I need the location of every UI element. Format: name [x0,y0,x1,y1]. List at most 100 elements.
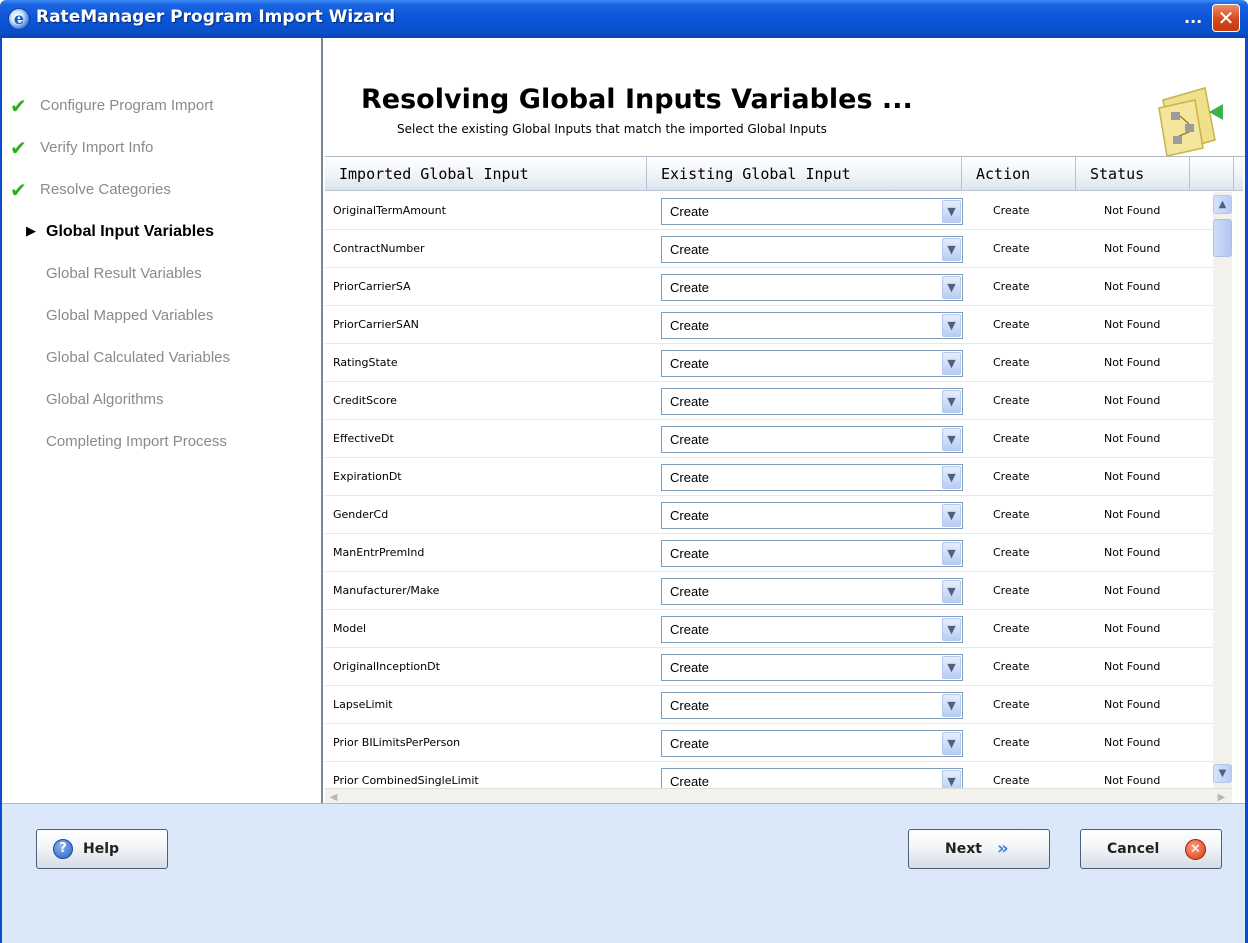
chevron-down-icon[interactable]: ▼ [942,466,961,489]
table-row[interactable]: OriginalTermAmount Create ▼ Create Not Found [325,192,1213,230]
table-row[interactable]: EffectiveDt Create ▼ Create Not Found [325,420,1213,458]
chevron-down-icon[interactable]: ▼ [942,238,961,261]
next-button[interactable]: Next » [908,829,1050,869]
imported-input-name: Prior CombinedSingleLimit [333,774,479,787]
dropdown-value: Create [670,622,710,637]
more-button[interactable]: ... [1184,8,1202,27]
table-row[interactable]: OriginalInceptionDt Create ▼ Create Not Foun… [325,648,1213,686]
cancel-button[interactable]: Cancel ✕ [1080,829,1222,869]
existing-input-dropdown[interactable]: Create ▼ [661,616,963,643]
scroll-down-icon[interactable]: ▼ [1213,764,1232,783]
dropdown-value: Create [670,318,710,333]
existing-input-dropdown[interactable]: Create ▼ [661,274,963,301]
chevron-down-icon[interactable]: ▼ [942,390,961,413]
existing-input-dropdown[interactable]: Create ▼ [661,464,963,491]
action-cell: Create [993,584,1030,597]
table-row[interactable]: ContractNumber Create ▼ Create Not Found [325,230,1213,268]
table-row[interactable]: PriorCarrierSA Create ▼ Create Not Found [325,268,1213,306]
table-row[interactable]: Model Create ▼ Create Not Found [325,610,1213,648]
status-cell: Not Found [1104,508,1161,521]
imported-input-name: OriginalInceptionDt [333,660,440,673]
action-cell: Create [993,622,1030,635]
status-cell: Not Found [1104,736,1161,749]
action-cell: Create [993,242,1030,255]
action-cell: Create [993,698,1030,711]
chevron-down-icon[interactable]: ▼ [942,504,961,527]
scroll-thumb[interactable] [1213,219,1232,257]
grid-rows: OriginalTermAmount Create ▼ Create Not Found… [325,192,1213,788]
imported-input-name: PriorCarrierSA [333,280,411,293]
existing-input-dropdown[interactable]: Create ▼ [661,502,963,529]
chevron-down-icon[interactable]: ▼ [942,770,961,788]
dropdown-value: Create [670,736,710,751]
action-cell: Create [993,546,1030,559]
status-cell: Not Found [1104,242,1161,255]
help-button[interactable]: ? Help [36,829,168,869]
chevron-down-icon[interactable]: ▼ [942,314,961,337]
table-row[interactable]: GenderCd Create ▼ Create Not Found [325,496,1213,534]
scroll-up-icon[interactable]: ▲ [1213,195,1232,214]
chevron-down-icon[interactable]: ▼ [942,618,961,641]
action-cell: Create [993,394,1030,407]
imported-input-name: RatingState [333,356,398,369]
table-row[interactable]: PriorCarrierSAN Create ▼ Create Not Found [325,306,1213,344]
imported-input-name: OriginalTermAmount [333,204,446,217]
existing-input-dropdown[interactable]: Create ▼ [661,768,963,788]
existing-input-dropdown[interactable]: Create ▼ [661,426,963,453]
column-header-action[interactable]: Action [962,157,1076,191]
dropdown-value: Create [670,698,710,713]
existing-input-dropdown[interactable]: Create ▼ [661,388,963,415]
app-icon: e [8,8,30,30]
existing-input-dropdown[interactable]: Create ▼ [661,692,963,719]
existing-input-dropdown[interactable]: Create ▼ [661,312,963,339]
imported-input-name: Manufacturer/Make [333,584,440,597]
table-row[interactable]: ExpirationDt Create ▼ Create Not Found [325,458,1213,496]
status-cell: Not Found [1104,584,1161,597]
existing-input-dropdown[interactable]: Create ▼ [661,730,963,757]
table-row[interactable]: Prior CombinedSingleLimit Create ▼ Create No… [325,762,1213,788]
sidebar-step-8: Completing Import Process [2,426,322,462]
existing-input-dropdown[interactable]: Create ▼ [661,540,963,567]
column-header-status[interactable]: Status [1076,157,1190,191]
chevron-down-icon[interactable]: ▼ [942,352,961,375]
vertical-scrollbar[interactable]: ▲ ▼ [1213,192,1232,788]
imported-input-name: ExpirationDt [333,470,402,483]
column-header-existing[interactable]: Existing Global Input [647,157,962,191]
sidebar-step-6: Global Calculated Variables [2,342,322,378]
column-header-filler [1190,157,1234,191]
dropdown-value: Create [670,774,710,788]
action-cell: Create [993,280,1030,293]
table-row[interactable]: RatingState Create ▼ Create Not Found [325,344,1213,382]
chevron-down-icon[interactable]: ▼ [942,428,961,451]
chevron-down-icon[interactable]: ▼ [942,276,961,299]
dropdown-value: Create [670,280,710,295]
sidebar-step-label: Completing Import Process [46,433,227,450]
existing-input-dropdown[interactable]: Create ▼ [661,654,963,681]
imported-input-name: ContractNumber [333,242,425,255]
chevron-down-icon[interactable]: ▼ [942,656,961,679]
close-button[interactable]: ✕ [1212,4,1240,32]
table-row[interactable]: LapseLimit Create ▼ Create Not Found [325,686,1213,724]
status-cell: Not Found [1104,432,1161,445]
chevron-down-icon[interactable]: ▼ [942,694,961,717]
existing-input-dropdown[interactable]: Create ▼ [661,198,963,225]
action-cell: Create [993,774,1030,787]
chevron-down-icon[interactable]: ▼ [942,200,961,223]
existing-input-dropdown[interactable]: Create ▼ [661,578,963,605]
imported-input-name: Model [333,622,367,635]
page-header: Resolving Global Inputs Variables ... Se… [325,38,1245,157]
check-icon: ✔ [10,136,27,160]
status-cell: Not Found [1104,280,1161,293]
dropdown-value: Create [670,204,710,219]
existing-input-dropdown[interactable]: Create ▼ [661,350,963,377]
chevron-down-icon[interactable]: ▼ [942,580,961,603]
table-row[interactable]: Prior BILimitsPerPerson Create ▼ Create Not … [325,724,1213,762]
existing-input-dropdown[interactable]: Create ▼ [661,236,963,263]
table-row[interactable]: Manufacturer/Make Create ▼ Create Not Found [325,572,1213,610]
chevron-down-icon[interactable]: ▼ [942,732,961,755]
cancel-button-label: Cancel [1107,841,1160,857]
table-row[interactable]: CreditScore Create ▼ Create Not Found [325,382,1213,420]
column-header-imported[interactable]: Imported Global Input [325,157,647,191]
table-row[interactable]: ManEntrPremInd Create ▼ Create Not Found [325,534,1213,572]
chevron-down-icon[interactable]: ▼ [942,542,961,565]
